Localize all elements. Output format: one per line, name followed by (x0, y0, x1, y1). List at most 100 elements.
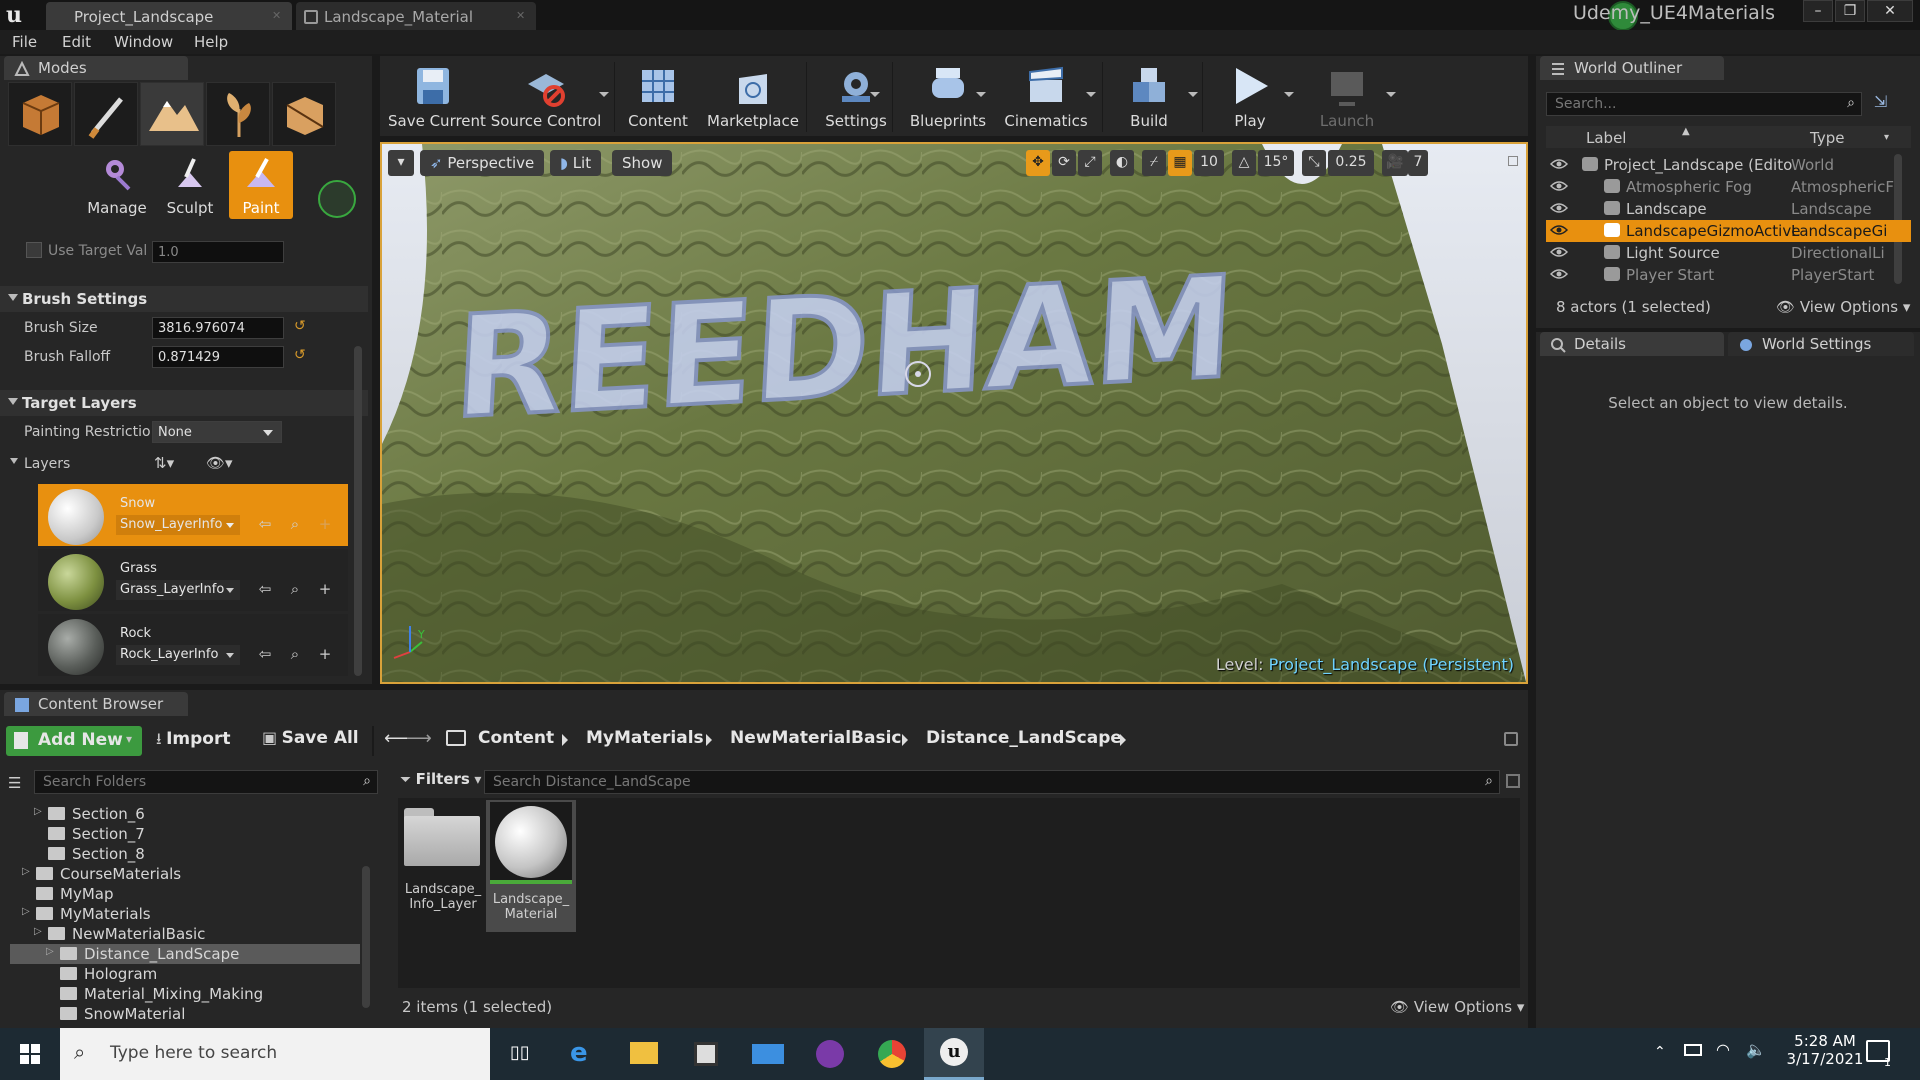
unreal-engine-app[interactable]: u (924, 1028, 984, 1080)
close-icon[interactable]: ✕ (272, 9, 282, 22)
viewport-options-dropdown[interactable]: ▾ (388, 150, 414, 176)
save-all-button[interactable]: ▣ Save All (262, 728, 359, 748)
layer-row-snow[interactable]: Snow Snow_LayerInfo ⇦ ⌕ + (38, 484, 348, 546)
use-selected-asset-icon[interactable]: ⇦ (256, 580, 274, 598)
folder-tree-item[interactable]: Hologram (10, 964, 360, 984)
tab-world-settings[interactable]: World Settings (1728, 332, 1914, 356)
reset-arrow-icon[interactable]: ↺ (294, 347, 306, 363)
asset-tile-folder[interactable]: Landscape_ Info_Layer (398, 800, 488, 932)
breadcrumb-separator-icon[interactable] (902, 734, 908, 746)
clock[interactable]: 5:28 AM 3/17/2021 (1770, 1032, 1880, 1068)
launch-dropdown-icon[interactable] (1386, 92, 1396, 97)
outliner-row[interactable]: LandscapeGizmoActive LandscapeGi (1546, 220, 1911, 242)
world-local-icon[interactable]: ◐ (1110, 150, 1134, 176)
eye-icon[interactable] (1550, 202, 1568, 214)
reset-arrow-icon[interactable]: ↺ (294, 318, 306, 334)
unreal-logo-icon[interactable]: u (6, 2, 32, 28)
perspective-button[interactable]: ➶ Perspective (420, 150, 545, 176)
play-button[interactable]: Play (1206, 60, 1294, 134)
folder-tree-item[interactable]: Section_8 (10, 844, 360, 864)
foliage-mode-button[interactable] (206, 82, 270, 146)
chevron-down-icon[interactable]: ▾ (1884, 132, 1889, 143)
mail-app[interactable] (738, 1028, 798, 1080)
show-button[interactable]: Show (612, 150, 673, 176)
breadcrumb-mymaterials[interactable]: MyMaterials (586, 728, 704, 748)
target-layers-header[interactable]: Target Layers (0, 390, 368, 416)
folder-tree-item[interactable]: ▷ Distance_LandScape (10, 944, 360, 964)
layer-row-grass[interactable]: Grass Grass_LayerInfo ⇦ ⌕ + (38, 549, 348, 611)
eye-icon[interactable] (1550, 268, 1568, 280)
camera-speed-icon[interactable]: 🎥 (1382, 150, 1408, 176)
expand-arrow-icon[interactable]: ▷ (22, 866, 30, 877)
expand-arrow-icon[interactable]: ▷ (34, 806, 42, 817)
tab-project-landscape[interactable]: Project_Landscape ✕ (46, 2, 292, 30)
scale-snap-icon[interactable]: ⤡ (1302, 150, 1326, 176)
github-app[interactable] (800, 1028, 860, 1080)
landscape-mode-button[interactable] (140, 82, 204, 146)
menu-help[interactable]: Help (194, 33, 228, 51)
tab-world-outliner[interactable]: World Outliner (1540, 56, 1724, 80)
brush-settings-header[interactable]: Brush Settings (0, 286, 368, 312)
add-icon[interactable]: + (316, 645, 334, 663)
eye-icon[interactable] (1550, 158, 1568, 170)
close-icon[interactable]: ✕ (516, 9, 526, 22)
translate-mode-icon[interactable]: ✥ (1026, 150, 1050, 176)
folder-tree-item[interactable]: ▷ NewMaterialBasic (10, 924, 360, 944)
menu-file[interactable]: File (12, 33, 37, 51)
play-dropdown-icon[interactable] (1284, 92, 1294, 97)
search-folders-input[interactable]: Search Folders ⌕ (34, 770, 378, 794)
file-explorer-app[interactable] (614, 1028, 674, 1080)
grid-snap-icon[interactable]: ▦ (1168, 150, 1192, 176)
folder-tree-item[interactable]: ▷ CourseMaterials (10, 864, 360, 884)
breadcrumb-newmaterialbasic[interactable]: NewMaterialBasic (730, 728, 901, 748)
brush-falloff-field[interactable]: 0.871429 (152, 346, 284, 368)
breadcrumb-separator-icon[interactable] (1120, 734, 1126, 746)
asset-tile-landscape-material[interactable]: Landscape_ Material (486, 800, 576, 932)
scale-snap-value[interactable]: 0.25 (1328, 150, 1374, 176)
breadcrumb-separator-icon[interactable] (562, 734, 568, 746)
layers-collapse-icon[interactable] (10, 458, 18, 464)
folder-tree-item[interactable]: ▷ Section_6 (10, 804, 360, 824)
marketplace-button[interactable]: Marketplace (700, 60, 806, 134)
browse-icon[interactable]: ⌕ (286, 580, 304, 598)
eye-icon[interactable] (1550, 180, 1568, 192)
sources-panel-toggle-icon[interactable]: ☰ (8, 774, 30, 796)
layer-row-rock[interactable]: Rock Rock_LayerInfo ⇦ ⌕ + (38, 614, 348, 676)
paint-mode-button[interactable] (74, 82, 138, 146)
build-button[interactable]: Build (1106, 60, 1192, 134)
menu-window[interactable]: Window (114, 33, 173, 51)
use-selected-asset-icon[interactable]: ⇦ (256, 645, 274, 663)
eye-icon[interactable] (1550, 224, 1568, 236)
lit-button[interactable]: ◗ Lit (550, 150, 602, 176)
save-current-button[interactable]: Save Current (388, 60, 486, 134)
sort-layers-icon[interactable]: ⇅▾ (154, 454, 174, 472)
surface-snap-icon[interactable]: ⌿ (1142, 150, 1166, 176)
store-app[interactable] (676, 1028, 736, 1080)
cb-view-options-button[interactable]: 👁 View Options ▾ (1390, 998, 1524, 1016)
layer-info-dropdown[interactable]: Snow_LayerInfo (116, 515, 240, 535)
settings-button[interactable]: Settings (810, 60, 902, 134)
use-target-value-checkbox[interactable] (26, 242, 42, 258)
outliner-row[interactable]: Landscape Landscape (1546, 198, 1911, 220)
browse-icon[interactable]: ⌕ (286, 645, 304, 663)
tab-landscape-material[interactable]: Landscape_Material ✕ (296, 2, 536, 30)
add-new-button[interactable]: Add New ▾ (6, 726, 142, 756)
build-dropdown-icon[interactable] (1188, 92, 1198, 97)
lock-icon[interactable] (1504, 732, 1518, 746)
breadcrumb-separator-icon[interactable] (706, 734, 712, 746)
outliner-row[interactable]: Project_Landscape (Edito World (1546, 154, 1911, 176)
cinematics-dropdown-icon[interactable] (1086, 92, 1096, 97)
expand-arrow-icon[interactable]: ▷ (34, 926, 42, 937)
filters-button[interactable]: ⏷ Filters ▾ (400, 770, 481, 788)
menu-edit[interactable]: Edit (62, 33, 91, 51)
grid-snap-value[interactable]: 10 (1194, 150, 1224, 176)
content-button[interactable]: Content (620, 60, 696, 134)
task-view-button[interactable]: ▯▯ (490, 1028, 550, 1080)
chrome-app[interactable] (862, 1028, 922, 1080)
start-button[interactable] (0, 1028, 60, 1080)
layer-info-dropdown[interactable]: Rock_LayerInfo (116, 645, 240, 665)
breadcrumb-distance-landscape[interactable]: Distance_LandScape (926, 728, 1122, 748)
folder-tree-item[interactable]: Section_7 (10, 824, 360, 844)
battery-icon[interactable] (1684, 1044, 1702, 1056)
rotation-snap-value[interactable]: 15° (1258, 150, 1294, 176)
